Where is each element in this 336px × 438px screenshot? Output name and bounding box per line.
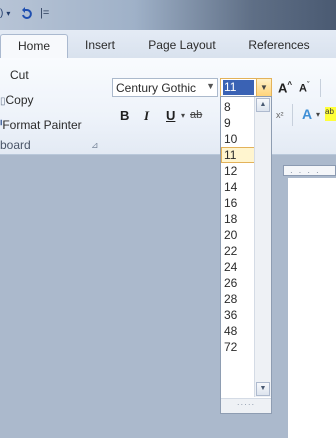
underline-dropdown-icon[interactable]: ▾ bbox=[181, 111, 185, 120]
size-option[interactable]: 20 bbox=[221, 227, 257, 243]
font-size-dropdown-list[interactable]: 8 9 10 11 12 14 16 18 20 22 24 26 28 36 … bbox=[220, 96, 272, 414]
dialog-launcher-icon[interactable]: ⊿ bbox=[91, 140, 99, 151]
tab-references[interactable]: References bbox=[244, 34, 314, 58]
size-option[interactable]: 9 bbox=[221, 115, 257, 131]
chevron-down-icon[interactable]: ▼ bbox=[206, 81, 215, 91]
superscript-icon[interactable]: x² bbox=[276, 110, 284, 120]
copy-label: Copy bbox=[5, 93, 34, 107]
grow-font-button[interactable]: A^ bbox=[278, 80, 292, 95]
title-bar: ) ▾ |= bbox=[0, 0, 336, 30]
size-option[interactable]: 18 bbox=[221, 211, 257, 227]
tab-insert[interactable]: Insert bbox=[80, 34, 120, 58]
size-option[interactable]: 22 bbox=[221, 243, 257, 259]
size-option[interactable]: 10 bbox=[221, 131, 257, 147]
horizontal-ruler[interactable]: ···· bbox=[283, 165, 336, 177]
font-size-combobox[interactable]: 11 ▼ bbox=[220, 78, 272, 97]
underline-button[interactable]: U bbox=[166, 108, 175, 123]
redo-icon[interactable] bbox=[20, 4, 34, 22]
group-separator bbox=[292, 104, 293, 126]
tab-page-layout[interactable]: Page Layout bbox=[142, 34, 222, 58]
document-page[interactable] bbox=[288, 178, 336, 438]
bold-button[interactable]: B bbox=[120, 108, 129, 123]
strikethrough-icon[interactable]: ab bbox=[190, 109, 202, 121]
document-area bbox=[0, 155, 336, 438]
group-separator bbox=[320, 79, 321, 97]
highlight-color-icon[interactable]: ab bbox=[325, 107, 336, 121]
size-list: 8 9 10 11 12 14 16 18 20 22 24 26 28 36 … bbox=[221, 99, 257, 355]
font-name-value: Century Gothic bbox=[116, 81, 197, 95]
ribbon-tabs: Home Insert Page Layout References bbox=[0, 30, 336, 60]
dropdown-scrollbar[interactable]: ▲ ▼ bbox=[254, 97, 271, 397]
resize-grip[interactable]: ····· bbox=[221, 398, 271, 413]
clipboard-group-label: board bbox=[0, 138, 31, 152]
font-name-combobox[interactable]: Century Gothic ▼ bbox=[112, 78, 218, 97]
font-size-dropdown-button[interactable]: ▼ bbox=[256, 79, 271, 96]
chevron-down-icon[interactable]: ▾ bbox=[316, 110, 320, 119]
size-option[interactable]: 16 bbox=[221, 195, 257, 211]
customize-qat-icon[interactable]: |= bbox=[40, 4, 49, 22]
shrink-font-button[interactable]: Aˇ bbox=[299, 82, 309, 95]
undo-dropdown-icon[interactable]: ) ▾ bbox=[0, 4, 10, 22]
size-option[interactable]: 48 bbox=[221, 323, 257, 339]
cut-label: Cut bbox=[10, 68, 29, 82]
size-option[interactable]: 36 bbox=[221, 307, 257, 323]
font-size-value: 11 bbox=[223, 80, 254, 95]
size-option[interactable]: 12 bbox=[221, 163, 257, 179]
size-option-selected[interactable]: 11 bbox=[221, 147, 257, 163]
copy-button[interactable]: ▯Copy bbox=[0, 93, 34, 107]
format-painter-button[interactable]: ᑊFormat Painter bbox=[0, 118, 82, 132]
cut-button[interactable]: Cut bbox=[10, 68, 29, 82]
text-effects-icon[interactable]: A bbox=[302, 106, 312, 122]
format-painter-label: Format Painter bbox=[2, 118, 82, 132]
italic-button[interactable]: I bbox=[144, 108, 149, 124]
size-option[interactable]: 24 bbox=[221, 259, 257, 275]
size-option[interactable]: 26 bbox=[221, 275, 257, 291]
size-option[interactable]: 8 bbox=[221, 99, 257, 115]
size-option[interactable]: 28 bbox=[221, 291, 257, 307]
scroll-up-icon[interactable]: ▲ bbox=[256, 98, 270, 112]
tab-home[interactable]: Home bbox=[0, 34, 68, 60]
size-option[interactable]: 14 bbox=[221, 179, 257, 195]
ribbon-home: Cut ▯Copy ᑊFormat Painter board ⊿ bbox=[0, 58, 336, 155]
size-option[interactable]: 72 bbox=[221, 339, 257, 355]
scroll-down-icon[interactable]: ▼ bbox=[256, 382, 270, 396]
